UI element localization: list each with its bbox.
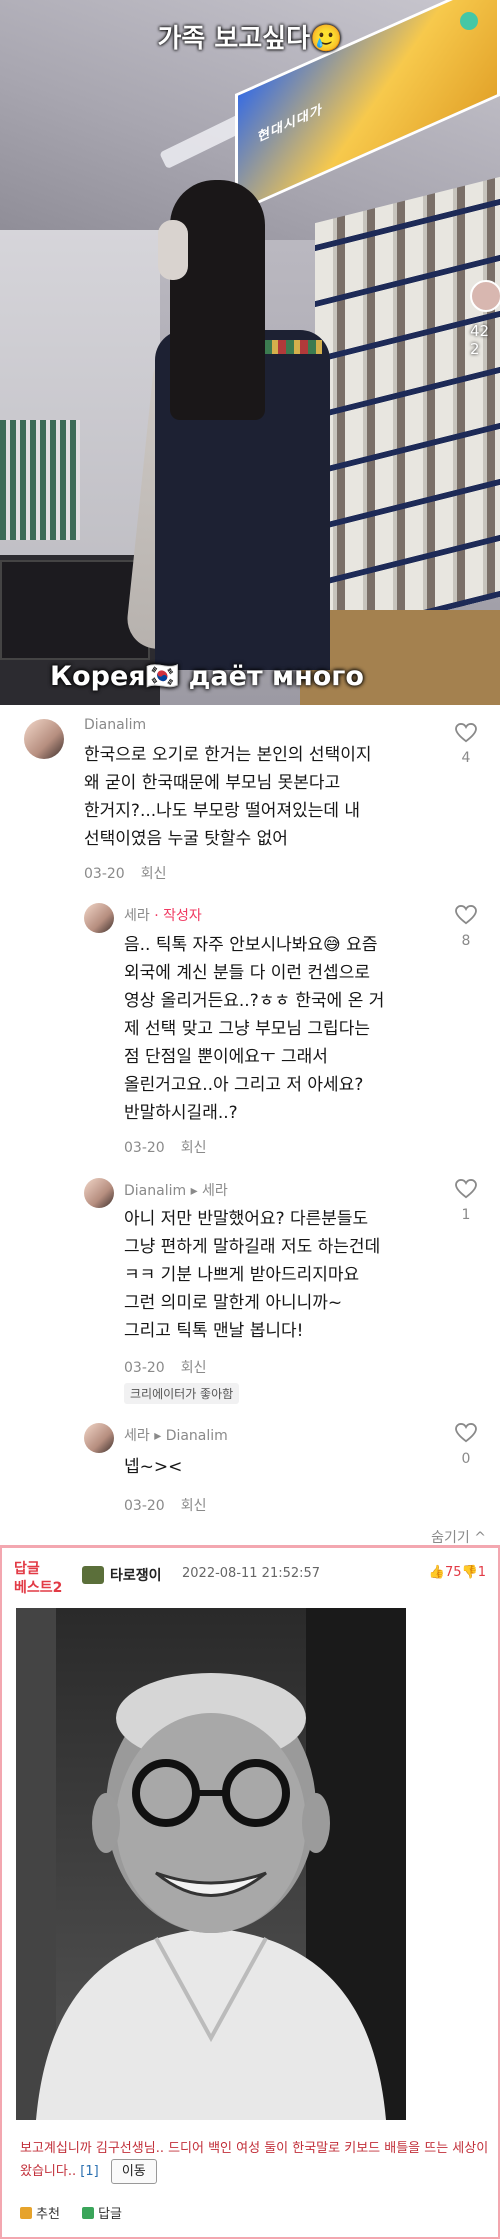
left-shelf — [0, 420, 80, 540]
comment-author[interactable]: Dianalim ▸ 세라 — [124, 1180, 228, 1200]
store-sign-text: 현대시대가 — [258, 101, 323, 146]
creator-liked-badge: 크리에이터가 좋아함 — [124, 1383, 240, 1404]
video-frame[interactable]: 현대시대가 가족 보고싶다🥲 Корея🇰🇷 даёт много 42 2 — [0, 0, 500, 705]
vote-count: 👍75👎1 — [428, 1565, 486, 1580]
plus-icon — [20, 2207, 32, 2219]
comment-date: 03-20 — [124, 1360, 165, 1376]
hide-replies-button[interactable]: 숨기기 ^ — [431, 1527, 486, 1547]
author-tag: · 작성자 — [154, 908, 202, 924]
comment-text: 아니 저만 반말했어요? 다른분들도 그냥 편하게 말하길래 저도 하는건데 ㅋ… — [124, 1205, 380, 1345]
avatar[interactable] — [84, 1178, 114, 1208]
recommend-button[interactable]: 추천 — [20, 2207, 60, 2222]
comment-line: 한국으로 오기로 한거는 본인의 선택이지 — [84, 745, 372, 765]
side-actions: 42 2 — [470, 280, 500, 468]
comment-text: 넵~>< — [124, 1453, 182, 1481]
comment-meta: 03-20 회신 — [84, 863, 182, 883]
heart-icon[interactable] — [455, 905, 477, 925]
comment-count: 2 — [470, 340, 480, 358]
reply-button[interactable]: 답글 — [82, 2207, 122, 2222]
comment-line: 영상 올리거든요..?ㅎㅎ 한국에 온 거 — [124, 991, 385, 1011]
post-timestamp: 2022-08-11 21:52:57 — [182, 1566, 321, 1581]
comment-line: 한거지?...나도 부모랑 떨어져있는데 내 — [84, 801, 361, 821]
heart-icon[interactable] — [455, 1423, 477, 1443]
like-count: 4 — [461, 750, 471, 766]
reply-button[interactable]: 회신 — [141, 866, 167, 882]
move-button[interactable]: 이동 — [110, 2159, 157, 2184]
avatar[interactable] — [84, 903, 114, 933]
avatar[interactable] — [84, 1423, 114, 1453]
heart-icon[interactable] — [455, 1179, 477, 1199]
creator-avatar[interactable] — [470, 280, 500, 312]
like-count: 0 — [461, 1451, 471, 1467]
post-footer: 추천 답글 — [20, 2203, 140, 2222]
comment-line: 그냥 편하게 말하길래 저도 하는건데 — [124, 1237, 381, 1257]
comment-list: Dianalim 한국으로 오기로 한거는 본인의 선택이지 왜 굳이 한국때문… — [0, 705, 500, 1547]
comment-date: 03-20 — [124, 1140, 165, 1156]
recommend-label: 추천 — [36, 2207, 60, 2222]
board-post: 답글 베스트2 타로쟁이 2022-08-11 21:52:57 👍75👎1 보… — [0, 1545, 500, 2239]
comment-author[interactable]: Dianalim — [84, 717, 146, 733]
reply-button[interactable]: 회신 — [181, 1360, 207, 1376]
comment-line: 그리고 틱톡 맨날 봅니다! — [124, 1321, 304, 1341]
comment-line: 넵~>< — [124, 1457, 183, 1477]
like-count: 42 — [470, 322, 490, 340]
person-face — [158, 220, 188, 280]
author-name: 세라 — [124, 908, 150, 924]
comment-author[interactable]: 세라 · 작성자 — [124, 905, 202, 925]
comment-meta: 03-20 회신 — [124, 1495, 222, 1515]
comment-text: 한국으로 오기로 한거는 본인의 선택이지 왜 굳이 한국때문에 부모님 못본다… — [84, 741, 372, 853]
writer-name[interactable]: 타로쟁이 — [110, 1565, 162, 1585]
comment-meta: 03-20 회신 — [124, 1137, 222, 1157]
comment-line: 그런 의미로 말한게 아니니까~ — [124, 1293, 343, 1313]
comment-line: 점 단점일 뿐이에요ㅜ 그래서 — [124, 1047, 328, 1067]
person-hair — [170, 180, 265, 420]
comment-line: 외국에 계신 분들 다 이런 컨셉으로 — [124, 963, 370, 983]
reply-button[interactable]: 회신 — [181, 1140, 207, 1156]
comment-text: 음.. 틱톡 자주 안보시나봐요😅 요즘 외국에 계신 분들 다 이런 컨셉으로… — [124, 931, 384, 1127]
post-photo — [16, 1608, 406, 2120]
comment-line: 선택이였음 누굴 탓할수 없어 — [84, 829, 288, 849]
reply-icon — [82, 2207, 95, 2219]
comment-line: 왜 굳이 한국때문에 부모님 못본다고 — [84, 773, 341, 793]
comment-meta: 03-20 회신 — [124, 1357, 222, 1377]
comment-line: 아니 저만 반말했어요? 다른분들도 — [124, 1209, 369, 1229]
comment-date: 03-20 — [84, 866, 125, 882]
writer-level-icon — [82, 1566, 104, 1584]
video-caption: Корея🇰🇷 даёт много — [50, 661, 364, 692]
comment-line: 음.. 틱톡 자주 안보시나봐요😅 요즘 — [124, 935, 378, 955]
best-tag-line1: 답글 — [14, 1561, 40, 1577]
comment-author[interactable]: 세라 ▸ Dianalim — [124, 1425, 228, 1445]
best-tag-line2: 베스트2 — [14, 1580, 63, 1596]
elderly-man-portrait — [16, 1608, 406, 2120]
avatar[interactable] — [24, 719, 64, 759]
comment-line: 올린거고요..아 그리고 저 아세요? — [124, 1075, 364, 1095]
like-count: 8 — [461, 933, 471, 949]
heart-icon[interactable] — [455, 723, 477, 743]
best-reply-tag: 답글 베스트2 — [14, 1560, 62, 1598]
post-text: 보고계십니까 김구선생님.. 드디어 백인 여성 둘이 한국말로 키보드 배틀을… — [20, 2138, 490, 2184]
comment-line: ㅋㅋ 기분 나쁘게 받아드리지마요 — [124, 1265, 360, 1285]
comment-line: 제 선택 맞고 그냥 부모님 그립다는 — [124, 1019, 370, 1039]
like-count: 1 — [461, 1207, 471, 1223]
reply-button[interactable]: 회신 — [181, 1498, 207, 1514]
reply-label: 답글 — [98, 2207, 122, 2222]
comment-date: 03-20 — [124, 1498, 165, 1514]
video-headline: 가족 보고싶다🥲 — [157, 24, 343, 54]
reply-count[interactable]: [1] — [80, 2164, 98, 2179]
comment-line: 반말하시길래..? — [124, 1103, 238, 1123]
